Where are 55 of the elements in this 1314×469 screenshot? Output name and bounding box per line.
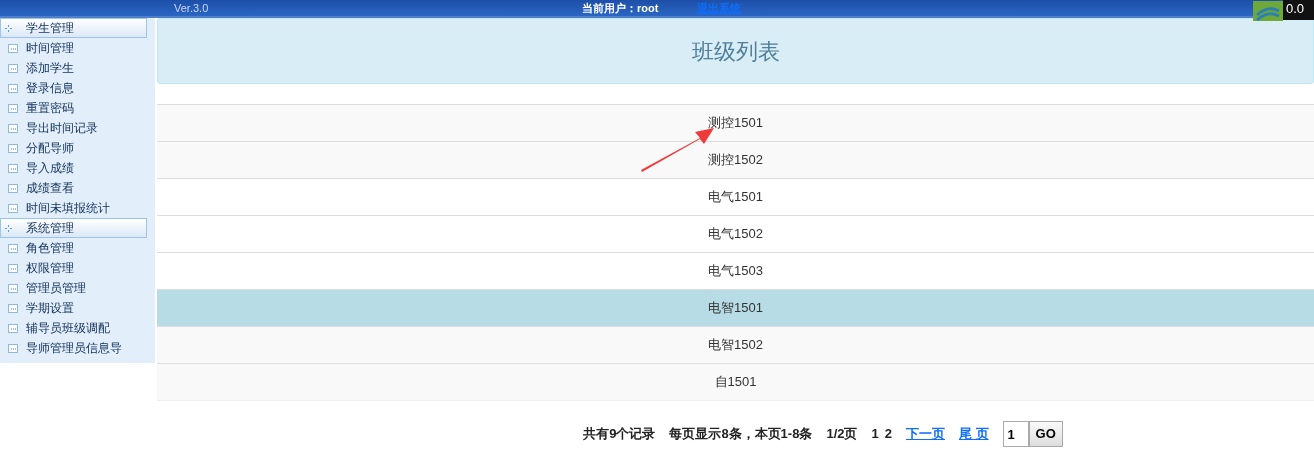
item-icon bbox=[8, 163, 18, 173]
sidebar-item[interactable]: 登录信息 bbox=[0, 78, 155, 98]
page-input[interactable]: 1 bbox=[1002, 421, 1029, 447]
item-icon bbox=[8, 123, 18, 133]
item-icon bbox=[8, 323, 18, 333]
table-cell: 自1501 bbox=[157, 363, 1314, 400]
logo-icon bbox=[1253, 0, 1283, 21]
table-cell: 测控1502 bbox=[157, 141, 1314, 178]
item-icon bbox=[8, 63, 18, 73]
table-cell: 测控1501 bbox=[157, 104, 1314, 141]
page-count: 1/2页 bbox=[826, 425, 858, 444]
sidebar-item[interactable]: 导入成绩 bbox=[0, 158, 155, 178]
sidebar-item[interactable]: 时间未填报统计 bbox=[0, 198, 155, 218]
counter-text: 0.0 bbox=[1283, 0, 1314, 20]
table-cell: 电气1501 bbox=[157, 178, 1314, 215]
sidebar-group-header[interactable]: 系统管理 bbox=[0, 218, 147, 238]
sidebar-item[interactable]: 分配导师 bbox=[0, 138, 155, 158]
item-icon bbox=[8, 143, 18, 153]
sidebar-item[interactable]: 角色管理 bbox=[0, 238, 155, 258]
item-icon bbox=[8, 243, 18, 253]
expand-icon bbox=[5, 225, 12, 232]
sidebar-item[interactable]: 导出时间记录 bbox=[0, 118, 155, 138]
item-icon bbox=[8, 263, 18, 273]
item-icon bbox=[8, 43, 18, 53]
version-label: Ver.3.0 bbox=[174, 1, 209, 15]
sidebar-item[interactable]: 时间管理 bbox=[0, 38, 155, 58]
last-page-link[interactable]: 尾 页 bbox=[958, 424, 989, 444]
page-link[interactable]: 2 bbox=[884, 424, 892, 444]
item-icon bbox=[8, 103, 18, 113]
item-icon bbox=[8, 183, 18, 193]
sidebar-item[interactable]: 导师管理员信息导 bbox=[0, 338, 155, 358]
sidebar-item[interactable]: 重置密码 bbox=[0, 98, 155, 118]
page-info: 每页显示8条，本页1-8条 bbox=[669, 425, 813, 444]
table-cell: 电智1502 bbox=[157, 326, 1314, 363]
item-icon bbox=[8, 283, 18, 293]
current-user: 当前用户：root bbox=[582, 1, 659, 15]
item-icon bbox=[8, 343, 18, 353]
table-cell: 电智1501 bbox=[157, 289, 1314, 326]
sidebar-item[interactable]: 添加学生 bbox=[0, 58, 155, 78]
sidebar-item[interactable]: 管理员管理 bbox=[0, 278, 155, 298]
page-title: 班级列表 bbox=[157, 18, 1314, 84]
sidebar-item[interactable]: 成绩查看 bbox=[0, 178, 155, 198]
item-icon bbox=[8, 203, 18, 213]
go-button[interactable]: GO bbox=[1028, 421, 1063, 447]
item-icon bbox=[8, 83, 18, 93]
item-icon bbox=[8, 303, 18, 313]
sidebar-item[interactable]: 权限管理 bbox=[0, 258, 155, 278]
sidebar-group-header[interactable]: 学生管理 bbox=[0, 18, 147, 38]
page-link[interactable]: 1 bbox=[871, 424, 879, 444]
sidebar-item[interactable]: 辅导员班级调配 bbox=[0, 318, 155, 338]
expand-icon bbox=[5, 25, 12, 32]
sidebar-item[interactable]: 学期设置 bbox=[0, 298, 155, 318]
table-cell: 电气1502 bbox=[157, 215, 1314, 252]
next-page-link[interactable]: 下一页 bbox=[905, 424, 945, 444]
record-count: 共有9个记录 bbox=[583, 425, 656, 444]
